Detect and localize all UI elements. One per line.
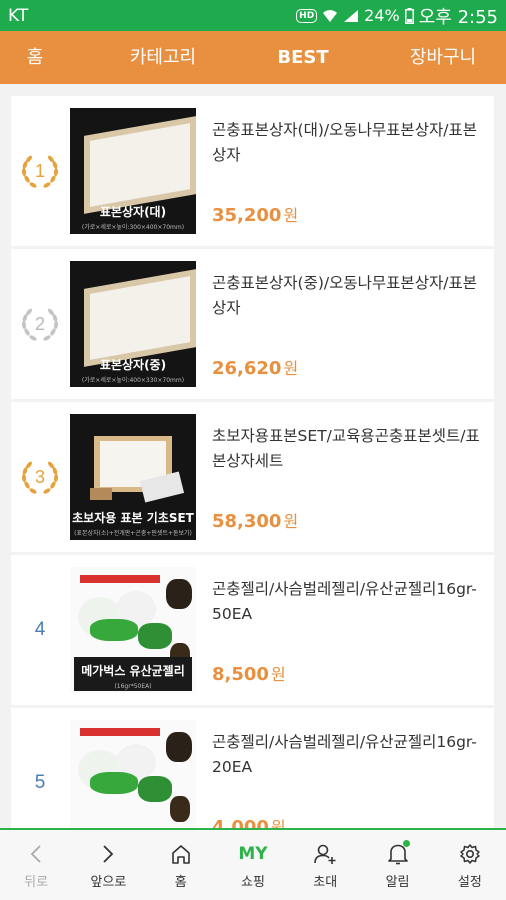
price-currency: 원	[283, 512, 299, 531]
price-currency: 원	[270, 665, 286, 684]
nav-home[interactable]: 홈	[0, 31, 70, 84]
rank-badge: 3	[11, 402, 69, 552]
chevron-left-icon	[29, 840, 43, 868]
product-item[interactable]: 1 표본상자(대) (가로×세로×높이:300×400×70mm) 곤충표본상자…	[11, 96, 494, 246]
best-product-list: 1 표본상자(대) (가로×세로×높이:300×400×70mm) 곤충표본상자…	[11, 96, 494, 828]
top-nav: 홈 카테고리 BEST 장바구니	[0, 31, 506, 84]
price-value: 4,000	[212, 817, 269, 828]
product-info: 초보자용표본SET/교육용곤충표본셋트/표본상자세트	[212, 424, 482, 474]
gold-wreath-icon: 1	[18, 149, 62, 193]
product-name[interactable]: 곤충표본상자(중)/오동나무표본상자/표본상자	[212, 271, 482, 321]
battery-percent: 24%	[364, 6, 400, 25]
rank-number: 3	[34, 467, 45, 487]
price-value: 8,500	[212, 664, 269, 685]
price-value: 58,300	[212, 511, 282, 532]
chevron-right-icon	[101, 840, 115, 868]
tab-label: 뒤로	[24, 875, 49, 890]
tab-label: 쇼핑	[241, 875, 265, 890]
product-item[interactable]: 5 곤충젤리/사슴벌레젤리/유산균젤리16gr-20EA 4,000 원	[11, 708, 494, 828]
back-button[interactable]: 뒤로	[0, 830, 72, 900]
notifications-button[interactable]: 알림	[361, 830, 433, 900]
product-item[interactable]: 3 초보자용 표본 기초SET (표본상자(소)+전개판+곤충+핀셋트+돋보기)…	[11, 402, 494, 552]
home-button[interactable]: 홈	[145, 830, 217, 900]
thumbnail-subcaption: (가로×세로×높이:400×330×70mm)	[81, 377, 185, 384]
product-thumbnail[interactable]: 초보자용 표본 기초SET (표본상자(소)+전개판+곤충+핀셋트+돋보기)	[70, 414, 196, 540]
tab-label: 설정	[457, 875, 482, 890]
price-currency: 원	[270, 818, 286, 828]
rank-number: 5	[34, 772, 46, 793]
nav-category[interactable]: 카테고리	[113, 31, 213, 84]
status-bar: KT HD 24% 오후 2:55	[0, 0, 506, 31]
product-name[interactable]: 곤충젤리/사슴벌레젤리/유산균젤리16gr-50EA	[212, 577, 482, 627]
product-thumbnail[interactable]	[70, 720, 196, 828]
rank-badge: 5	[11, 708, 69, 828]
nav-best[interactable]: BEST	[263, 31, 343, 84]
wifi-icon	[322, 9, 338, 23]
status-icons: HD 24% 오후 2:55	[296, 3, 498, 29]
thumbnail-caption: 메가벅스 유산균젤리	[81, 664, 185, 678]
bronze-wreath-icon: 3	[18, 455, 62, 499]
rank-badge: 1	[11, 96, 69, 246]
rank-badge: 2	[11, 249, 69, 399]
add-user-icon	[313, 840, 337, 868]
battery-icon	[404, 7, 414, 24]
product-info: 곤충젤리/사슴벌레젤리/유산균젤리16gr-50EA	[212, 577, 482, 627]
product-thumbnail[interactable]: 표본상자(대) (가로×세로×높이:300×400×70mm)	[70, 108, 196, 234]
product-price: 26,620 원	[212, 355, 298, 379]
home-icon	[170, 840, 192, 868]
product-name[interactable]: 곤충젤리/사슴벌레젤리/유산균젤리16gr-20EA	[212, 730, 482, 780]
thumbnail-subcaption: (가로×세로×높이:300×400×70mm)	[81, 224, 185, 231]
forward-button[interactable]: 앞으로	[72, 830, 144, 900]
notification-dot	[403, 840, 411, 847]
my-text-icon: MY	[238, 844, 268, 864]
product-price: 58,300 원	[212, 508, 298, 532]
price-value: 35,200	[212, 205, 282, 226]
product-name[interactable]: 곤충표본상자(대)/오동나무표본상자/표본상자	[212, 118, 482, 168]
product-info: 곤충표본상자(중)/오동나무표본상자/표본상자	[212, 271, 482, 321]
product-item[interactable]: 2 표본상자(중) (가로×세로×높이:400×330×70mm) 곤충표본상자…	[11, 249, 494, 399]
product-info: 곤충표본상자(대)/오동나무표본상자/표본상자	[212, 118, 482, 168]
price-currency: 원	[283, 206, 299, 225]
price-currency: 원	[283, 359, 299, 378]
thumbnail-caption: 표본상자(중)	[99, 358, 167, 372]
product-price: 8,500 원	[212, 661, 286, 685]
rank-number: 4	[34, 619, 46, 640]
hd-voice-icon: HD	[296, 8, 318, 23]
product-info: 곤충젤리/사슴벌레젤리/유산균젤리16gr-20EA	[212, 730, 482, 780]
my-shopping-button[interactable]: MY 쇼핑	[217, 830, 289, 900]
thumbnail-caption: 초보자용 표본 기초SET	[72, 511, 194, 525]
gear-icon	[459, 840, 481, 868]
silver-wreath-icon: 2	[18, 302, 62, 346]
nav-cart[interactable]: 장바구니	[392, 31, 494, 84]
rank-number: 1	[34, 161, 45, 181]
carrier-label: KT	[8, 5, 29, 26]
product-item[interactable]: 4 메가벅스 유산균젤리 (16gr*50EA) 곤충젤리/사슴벌레젤리/유산균…	[11, 555, 494, 705]
rank-badge: 4	[11, 555, 69, 705]
tab-label: 홈	[174, 875, 187, 890]
bottom-toolbar: 뒤로 앞으로 홈 MY 쇼핑 초대 알림 설정	[0, 828, 506, 900]
product-thumbnail[interactable]: 표본상자(중) (가로×세로×높이:400×330×70mm)	[70, 261, 196, 387]
rank-number: 2	[34, 314, 45, 334]
thumbnail-caption: 표본상자(대)	[99, 205, 167, 219]
signal-icon	[343, 9, 359, 23]
tab-label: 알림	[385, 875, 410, 890]
settings-button[interactable]: 설정	[434, 830, 506, 900]
product-name[interactable]: 초보자용표본SET/교육용곤충표본셋트/표본상자세트	[212, 424, 482, 474]
product-thumbnail[interactable]: 메가벅스 유산균젤리 (16gr*50EA)	[70, 567, 196, 693]
thumbnail-subcaption: (16gr*50EA)	[114, 683, 152, 690]
invite-button[interactable]: 초대	[289, 830, 361, 900]
tab-label: 초대	[313, 875, 338, 890]
price-value: 26,620	[212, 358, 282, 379]
product-price: 35,200 원	[212, 202, 298, 226]
thumbnail-subcaption: (표본상자(소)+전개판+곤충+핀셋트+돋보기)	[74, 530, 192, 537]
tab-label: 앞으로	[90, 875, 127, 890]
clock: 오후 2:55	[418, 6, 498, 28]
product-price: 4,000 원	[212, 814, 286, 828]
